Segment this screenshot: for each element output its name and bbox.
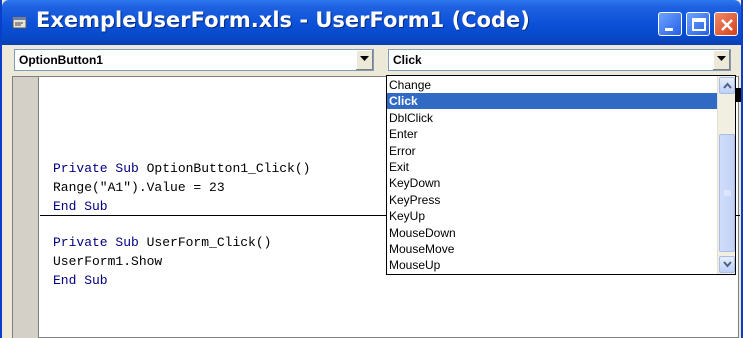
scroll-down-button[interactable] [719, 256, 735, 273]
scroll-up-button[interactable] [719, 77, 735, 94]
procedure-name: UserForm_Click() [138, 235, 272, 250]
grip-icon [724, 190, 731, 196]
procedure-combobox-dropdown-button[interactable] [712, 50, 730, 70]
code-line[interactable]: End Sub [53, 199, 108, 214]
dropdown-item[interactable]: Exit [387, 159, 717, 175]
chevron-up-icon [723, 82, 732, 89]
maximize-icon [692, 18, 706, 31]
keyword: End Sub [53, 199, 108, 214]
code-line[interactable]: End Sub [53, 273, 108, 288]
dropdown-item[interactable]: Change [387, 77, 717, 93]
dropdown-item[interactable]: KeyUp [387, 208, 717, 224]
cursor-marker [736, 88, 741, 102]
minimize-icon [665, 28, 673, 31]
code-line[interactable]: Range("A1").Value = 23 [53, 180, 225, 195]
code-line[interactable]: Private Sub UserForm_Click() [53, 235, 271, 250]
code-text: Range("A1").Value = 23 [53, 180, 225, 195]
vbe-code-window: ExempleUserForm.xls - UserForm1 (Code) O… [0, 0, 743, 338]
dropdown-item[interactable]: Error [387, 143, 717, 159]
object-combobox[interactable]: OptionButton1 [14, 49, 374, 71]
chevron-down-icon [717, 56, 726, 61]
dropdown-scrollbar[interactable] [717, 76, 735, 274]
dropdown-item[interactable]: DblClick [387, 110, 717, 126]
maximize-button[interactable] [686, 12, 710, 36]
dropdown-item[interactable]: Click [387, 93, 717, 110]
close-icon [721, 19, 733, 31]
keyword: Private Sub [53, 161, 139, 176]
dropdown-item[interactable]: MouseMove [387, 241, 717, 257]
dropdown-item[interactable]: KeyDown [387, 175, 717, 191]
chevron-down-icon [723, 261, 732, 268]
close-button[interactable] [714, 12, 738, 36]
scroll-thumb[interactable] [719, 134, 735, 252]
object-combobox-dropdown-button[interactable] [355, 50, 373, 70]
code-line[interactable]: Private Sub OptionButton1_Click() [53, 161, 310, 176]
title-bar[interactable]: ExempleUserForm.xls - UserForm1 (Code) [2, 0, 741, 45]
code-text: UserForm1.Show [53, 254, 163, 269]
procedure-combobox[interactable]: Click [388, 49, 731, 71]
chevron-down-icon [360, 56, 369, 61]
combo-bar: OptionButton1 Click [4, 45, 741, 73]
keyword: End Sub [53, 273, 108, 288]
minimize-button[interactable] [658, 12, 682, 36]
vba-module-icon [12, 16, 27, 29]
procedure-combobox-value: Click [393, 53, 422, 67]
keyword: Private Sub [53, 235, 139, 250]
dropdown-item[interactable]: MouseDown [387, 225, 717, 241]
dropdown-item[interactable]: KeyPress [387, 192, 717, 208]
code-line[interactable]: UserForm1.Show [53, 254, 162, 269]
object-combobox-value: OptionButton1 [19, 53, 103, 67]
window-title: ExempleUserForm.xls - UserForm1 (Code) [36, 8, 530, 32]
procedure-dropdown-list[interactable]: Change Click DblClick Enter Error Exit KeyDown… [386, 75, 736, 275]
margin-indicator-bar[interactable] [13, 77, 39, 338]
dropdown-item[interactable]: MouseUp [387, 257, 717, 273]
procedure-name: OptionButton1_Click() [138, 161, 311, 176]
dropdown-item[interactable]: Enter [387, 126, 717, 142]
